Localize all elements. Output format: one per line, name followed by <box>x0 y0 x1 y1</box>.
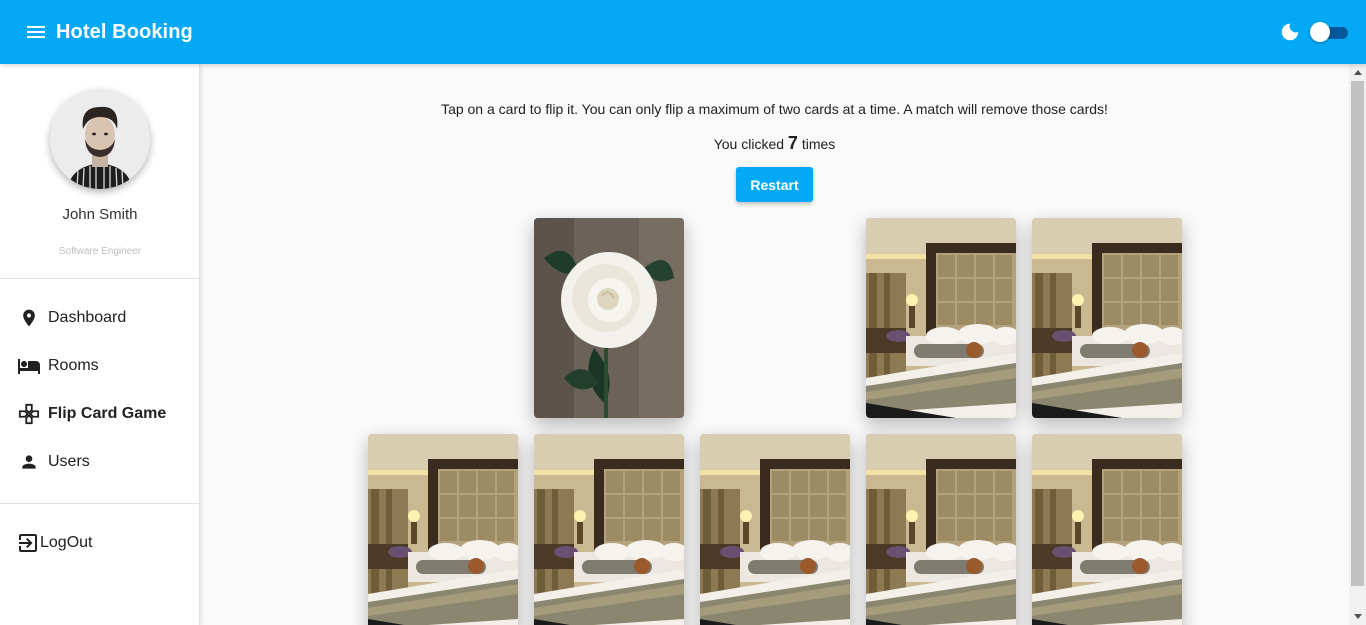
card-room-face-down[interactable] <box>1032 218 1182 418</box>
user-name: John Smith <box>62 206 138 223</box>
card-room-face-down[interactable] <box>700 434 850 625</box>
sidebar-item-rooms[interactable]: Rooms <box>0 344 200 388</box>
app-title: Hotel Booking <box>56 20 193 43</box>
menu-icon <box>27 26 45 38</box>
hotel-room-image <box>700 434 850 625</box>
sidebar-item-label: Flip Card Game <box>48 405 167 422</box>
sidebar-item-dashboard[interactable]: Dashboard <box>0 296 200 340</box>
sidebar-item-label: Users <box>48 453 90 470</box>
logout-label: LogOut <box>40 534 93 551</box>
game-area: Tap on a card to flip it. You can only f… <box>200 64 1349 625</box>
sidebar-item-users[interactable]: Users <box>0 440 200 484</box>
logout-button[interactable]: LogOut <box>0 521 200 565</box>
rose-image <box>534 218 684 418</box>
card-rose[interactable] <box>534 218 684 418</box>
sidebar: John Smith Software Engineer Dashboard R… <box>0 64 200 625</box>
card-room-face-down[interactable] <box>1032 434 1182 625</box>
card-room-face-down[interactable] <box>866 434 1016 625</box>
avatar <box>50 89 150 189</box>
card-room-face-down[interactable] <box>866 218 1016 418</box>
click-counter: You clicked 7 times <box>200 133 1349 154</box>
logout-icon <box>16 531 40 555</box>
card-room-face-down[interactable] <box>534 434 684 625</box>
restart-button[interactable]: Restart <box>736 167 813 202</box>
scrollbar-thumb[interactable] <box>1351 81 1364 586</box>
app-bar: Hotel Booking <box>0 0 1366 64</box>
game-instructions: Tap on a card to flip it. You can only f… <box>441 101 1108 117</box>
hotel-room-image <box>1032 434 1182 625</box>
scroll-up-arrow-icon[interactable] <box>1349 64 1366 81</box>
menu-button[interactable] <box>12 8 60 56</box>
game-controller-icon <box>17 402 41 426</box>
location-pin-icon <box>17 306 41 330</box>
sidebar-item-flip-card-game[interactable]: Flip Card Game <box>0 392 200 436</box>
theme-toggle[interactable] <box>1310 20 1350 44</box>
page-scrollbar[interactable] <box>1349 64 1366 625</box>
hotel-room-image <box>534 434 684 625</box>
clicks-prefix: You clicked <box>713 136 785 152</box>
card-room-face-down[interactable] <box>368 434 518 625</box>
user-role: Software Engineer <box>58 246 142 257</box>
person-icon <box>17 450 41 474</box>
hotel-room-image <box>368 434 518 625</box>
sidebar-divider <box>0 503 200 504</box>
clicks-count: 7 <box>787 133 798 153</box>
hotel-room-image <box>1032 218 1182 418</box>
sidebar-item-label: Rooms <box>48 357 99 374</box>
toggle-thumb[interactable] <box>1310 22 1330 42</box>
hotel-room-image <box>866 218 1016 418</box>
bed-icon <box>17 354 41 378</box>
scroll-down-arrow-icon[interactable] <box>1349 608 1366 625</box>
clicks-suffix: times <box>801 136 836 152</box>
hotel-room-image <box>866 434 1016 625</box>
sidebar-item-label: Dashboard <box>48 309 127 326</box>
moon-icon <box>1278 20 1302 44</box>
sidebar-divider <box>0 278 200 279</box>
